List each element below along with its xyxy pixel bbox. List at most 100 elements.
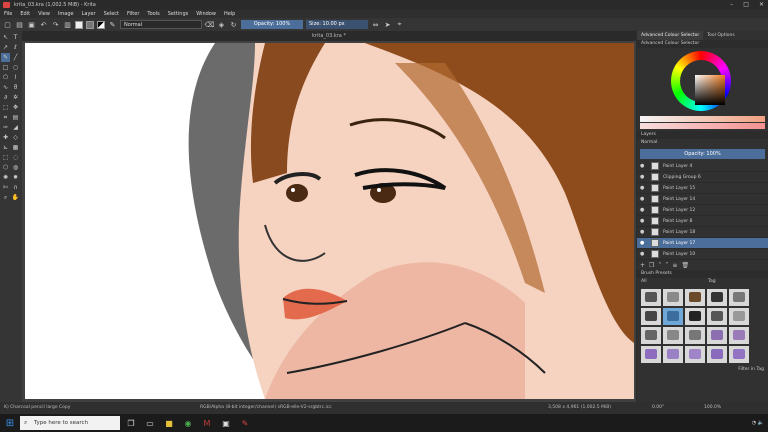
app-icon[interactable]: ▣ — [218, 416, 234, 430]
menu-select[interactable]: Select — [104, 10, 119, 18]
menu-settings[interactable]: Settings — [168, 10, 189, 18]
brush-preset[interactable] — [685, 308, 705, 325]
fill-tool-icon[interactable]: ◢ — [11, 123, 20, 132]
brush-preset[interactable] — [707, 289, 727, 306]
mirror-horizontal-icon[interactable]: ⇔ — [371, 20, 380, 29]
menu-window[interactable]: Window — [196, 10, 216, 18]
gradient-icon[interactable]: ▥ — [63, 20, 72, 29]
brush-preset[interactable] — [663, 327, 683, 344]
brush-preset[interactable] — [707, 308, 727, 325]
polygon-select-icon[interactable]: ⬡ — [1, 163, 10, 172]
brush-preset[interactable] — [641, 308, 661, 325]
polyline-tool-icon[interactable]: ⌇ — [11, 73, 20, 82]
fg-bg-color-swatch[interactable] — [97, 20, 105, 29]
color-picker-icon[interactable]: ✑ — [1, 123, 10, 132]
zoom-tool-icon[interactable]: ⌕ — [1, 193, 10, 202]
app-icon-m[interactable]: M — [199, 416, 215, 430]
krita-taskbar-icon[interactable]: ✎ — [237, 416, 253, 430]
file-explorer-icon[interactable]: ▭ — [142, 416, 158, 430]
menu-image[interactable]: Image — [58, 10, 74, 18]
folder-icon[interactable]: ■ — [161, 416, 177, 430]
eye-icon[interactable]: ● — [640, 218, 647, 224]
size-slider[interactable]: Size: 10.00 px — [306, 20, 368, 29]
line-tool-icon[interactable]: ╱ — [11, 53, 20, 62]
brush-preset[interactable] — [663, 289, 683, 306]
tab-tool-options[interactable]: Tool Options — [703, 31, 739, 40]
layer-row[interactable]: ● Clipping Group 6 — [637, 172, 768, 183]
contiguous-select-icon[interactable]: ✺ — [1, 173, 10, 182]
gradient-swatch[interactable] — [86, 20, 94, 29]
brush-preset[interactable] — [729, 308, 749, 325]
magnetic-select-icon[interactable]: ∩ — [11, 183, 20, 192]
bezier-select-icon[interactable]: ✄ — [1, 183, 10, 192]
polygon-tool-icon[interactable]: ⬠ — [1, 73, 10, 82]
pattern-swatch[interactable] — [75, 20, 83, 29]
brush-preset[interactable] — [707, 346, 727, 363]
eye-icon[interactable]: ● — [640, 229, 647, 235]
menu-help[interactable]: Help — [224, 10, 235, 18]
eye-icon[interactable]: ● — [640, 251, 647, 257]
measure-tool-icon[interactable]: ⊾ — [1, 143, 10, 152]
wrap-around-icon[interactable]: ⌖ — [395, 20, 404, 29]
bezier-tool-icon[interactable]: ∿ — [1, 83, 10, 92]
tab-advanced-colour-selector[interactable]: Advanced Colour Selector — [637, 31, 704, 40]
transform-tool-icon[interactable]: ⬚ — [1, 103, 10, 112]
layer-row[interactable]: ● Paint Layer 4 — [637, 161, 768, 172]
opacity-slider[interactable]: Opacity: 100% — [241, 20, 303, 29]
filter-in-tag-checkbox[interactable]: Filter in Tag — [637, 366, 768, 374]
rect-select-icon[interactable]: ⬚ — [1, 153, 10, 162]
duplicate-layer-icon[interactable]: ❐ — [649, 262, 654, 269]
edit-shapes-icon[interactable]: ↗ — [1, 43, 10, 52]
move-tool-icon[interactable]: ✥ — [11, 103, 20, 112]
colour-slider-1[interactable] — [640, 116, 765, 122]
eye-icon[interactable]: ● — [640, 163, 647, 169]
hue-ring[interactable] — [671, 51, 731, 111]
add-layer-icon[interactable]: + — [640, 262, 645, 269]
layers-blend-mode[interactable]: Normal — [637, 139, 768, 147]
pan-tool-icon[interactable]: ✋ — [11, 193, 20, 202]
reference-tool-icon[interactable]: ▦ — [11, 143, 20, 152]
saturation-value-square[interactable] — [695, 75, 725, 105]
network-icon[interactable]: ◔ — [752, 420, 756, 426]
menu-layer[interactable]: Layer — [82, 10, 96, 18]
brush-preset-icon[interactable]: ✎ — [108, 20, 117, 29]
document-tab[interactable]: krita_03.kra * — [22, 31, 636, 41]
eye-icon[interactable]: ● — [640, 207, 647, 213]
menu-view[interactable]: View — [38, 10, 50, 18]
gradient-tool-icon[interactable]: ▤ — [11, 113, 20, 122]
layer-row[interactable]: ● Paint Layer 14 — [637, 194, 768, 205]
brush-tag-select[interactable]: Tag — [708, 279, 716, 284]
brush-filter-select[interactable]: All — [641, 279, 647, 284]
smart-patch-icon[interactable]: ✚ — [1, 133, 10, 142]
reload-preset-icon[interactable]: ↻ — [229, 20, 238, 29]
multibrush-icon[interactable]: ✲ — [11, 93, 20, 102]
brush-preset[interactable] — [685, 327, 705, 344]
task-view-icon[interactable]: ❐ — [123, 416, 139, 430]
brush-preset[interactable] — [685, 289, 705, 306]
brush-preset[interactable] — [641, 346, 661, 363]
menu-edit[interactable]: Edit — [20, 10, 30, 18]
brush-preset[interactable] — [729, 289, 749, 306]
layer-row[interactable]: ● Paint Layer 15 — [637, 183, 768, 194]
new-document-icon[interactable]: ▢ — [3, 20, 12, 29]
layer-row[interactable]: ● Paint Layer 8 — [637, 216, 768, 227]
freehand-brush-icon[interactable]: ✎ — [1, 53, 10, 62]
rectangle-tool-icon[interactable]: □ — [1, 63, 10, 72]
mirror-vertical-icon[interactable]: ➤ — [383, 20, 392, 29]
ellipse-tool-icon[interactable]: ○ — [11, 63, 20, 72]
colour-selector[interactable] — [637, 48, 768, 114]
undo-icon[interactable]: ↶ — [39, 20, 48, 29]
colour-slider-2[interactable] — [640, 123, 765, 129]
layer-properties-icon[interactable]: ≡ — [672, 262, 677, 269]
brush-preset[interactable] — [641, 289, 661, 306]
status-zoom[interactable]: 100.0% — [704, 402, 721, 414]
brush-preset[interactable] — [641, 327, 661, 344]
brush-preset-active[interactable] — [663, 308, 683, 325]
dynamic-brush-icon[interactable]: ∂ — [1, 93, 10, 102]
menu-filter[interactable]: Filter — [127, 10, 139, 18]
blend-mode-select[interactable]: Normal — [120, 20, 202, 29]
brush-preset[interactable] — [663, 346, 683, 363]
eye-icon[interactable]: ● — [640, 174, 647, 180]
windows-start-icon[interactable]: ⊞ — [0, 414, 20, 432]
preserve-alpha-icon[interactable]: ◈ — [217, 20, 226, 29]
